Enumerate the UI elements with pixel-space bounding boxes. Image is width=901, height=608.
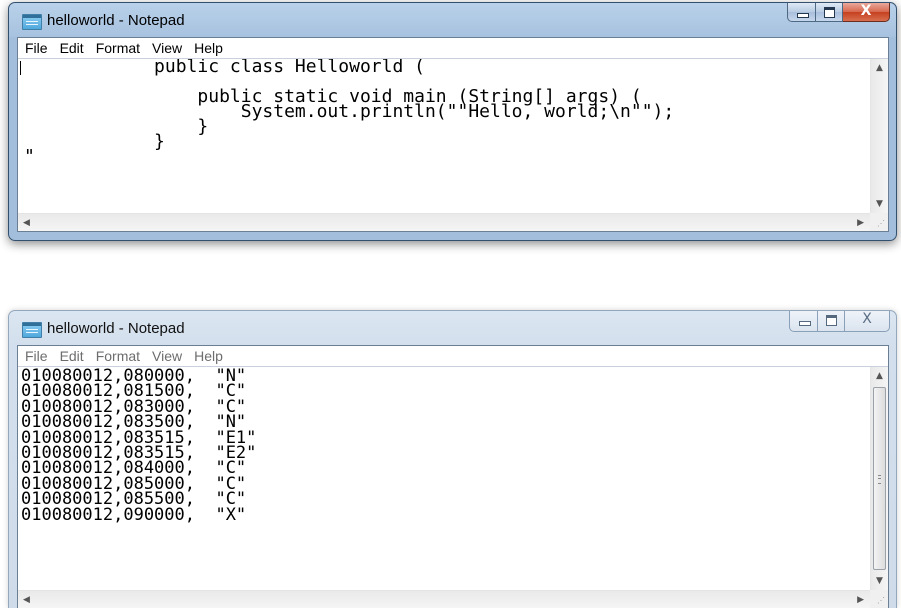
- close-button[interactable]: X: [845, 311, 890, 332]
- close-button[interactable]: X: [843, 3, 890, 22]
- close-icon: X: [862, 311, 872, 327]
- editor-text: 010080012,080000, "N" 010080012,081500, …: [21, 368, 256, 525]
- scroll-left-arrow-icon[interactable]: ◀: [23, 218, 30, 228]
- menu-view[interactable]: View: [146, 38, 188, 58]
- notepad-client: File Edit Format View Help 010080012,080…: [17, 345, 889, 608]
- text-editor[interactable]: public class Helloworld ( public static …: [18, 59, 870, 213]
- minimize-icon: [797, 13, 809, 18]
- menu-format[interactable]: Format: [90, 38, 146, 58]
- notepad-window-inactive: helloworld - Notepad X File Edit Format …: [8, 310, 897, 608]
- scroll-right-arrow-icon[interactable]: ▶: [857, 218, 864, 228]
- maximize-icon: [826, 315, 837, 326]
- text-editor[interactable]: 010080012,080000, "N" 010080012,081500, …: [18, 367, 870, 590]
- scrollbar-thumb[interactable]: [873, 387, 886, 570]
- menu-view[interactable]: View: [146, 346, 188, 366]
- horizontal-scrollbar[interactable]: ◀ ▶: [18, 213, 870, 231]
- menu-edit[interactable]: Edit: [54, 38, 90, 58]
- resize-grip-icon: ⋰: [877, 219, 885, 228]
- thumb-grip-icon: [878, 474, 881, 484]
- minimize-icon: [799, 321, 811, 326]
- scroll-left-arrow-icon[interactable]: ◀: [23, 595, 30, 605]
- close-icon: X: [860, 3, 872, 19]
- window-title: helloworld - Notepad: [47, 320, 185, 337]
- editor-text: public class Helloworld ( public static …: [24, 59, 674, 167]
- editor-line: }: [24, 131, 165, 152]
- notepad-icon: [22, 14, 42, 30]
- menu-file[interactable]: File: [18, 346, 54, 366]
- title-bar[interactable]: helloworld - Notepad X: [9, 311, 896, 345]
- maximize-icon: [824, 7, 835, 18]
- menu-edit[interactable]: Edit: [54, 346, 90, 366]
- menu-format[interactable]: Format: [90, 346, 146, 366]
- menu-bar: File Edit Format View Help: [18, 38, 888, 59]
- scroll-up-arrow-icon[interactable]: ▲: [876, 371, 883, 381]
- notepad-window-active: helloworld - Notepad X File Edit Format …: [8, 2, 897, 241]
- caption-buttons: X: [789, 311, 890, 332]
- editor-line: ": [24, 146, 35, 167]
- title-bar[interactable]: helloworld - Notepad X: [9, 3, 896, 37]
- resize-grip-icon: ⋰: [877, 596, 885, 605]
- resize-grip[interactable]: ⋰: [870, 590, 888, 608]
- minimize-button[interactable]: [787, 3, 816, 22]
- scroll-up-arrow-icon[interactable]: ▲: [876, 63, 883, 73]
- vertical-scrollbar[interactable]: ▲ ▼: [870, 59, 888, 213]
- maximize-button[interactable]: [816, 3, 843, 22]
- menu-file[interactable]: File: [18, 38, 54, 58]
- caption-buttons: X: [787, 3, 890, 24]
- vertical-scrollbar[interactable]: ▲ ▼: [870, 367, 888, 590]
- menu-help[interactable]: Help: [188, 346, 229, 366]
- minimize-button[interactable]: [789, 311, 818, 332]
- notepad-client: File Edit Format View Help public class …: [17, 37, 889, 232]
- scroll-down-arrow-icon[interactable]: ▼: [876, 199, 883, 209]
- data-line: 010080012,090000, "X": [21, 504, 247, 525]
- editor-line: public class Helloworld (: [24, 59, 425, 77]
- window-title: helloworld - Notepad: [47, 12, 185, 29]
- maximize-button[interactable]: [818, 311, 845, 332]
- horizontal-scrollbar[interactable]: ◀ ▶: [18, 590, 870, 608]
- menu-bar: File Edit Format View Help: [18, 346, 888, 367]
- scroll-right-arrow-icon[interactable]: ▶: [857, 595, 864, 605]
- notepad-icon: [22, 322, 42, 338]
- scroll-down-arrow-icon[interactable]: ▼: [876, 576, 883, 586]
- menu-help[interactable]: Help: [188, 38, 229, 58]
- resize-grip[interactable]: ⋰: [870, 213, 888, 231]
- text-caret: [20, 61, 21, 75]
